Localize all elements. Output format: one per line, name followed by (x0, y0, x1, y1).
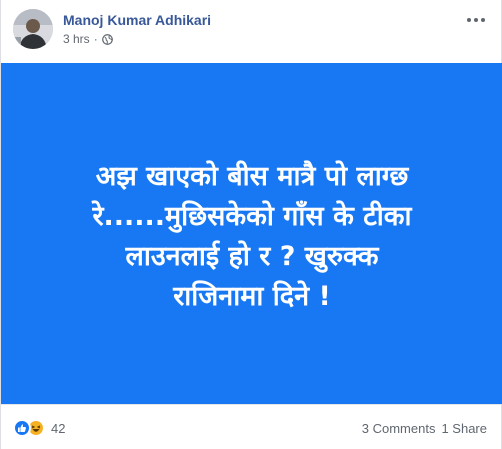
post-status-text: अझ खाएको बीस मात्रै पो लाग्छ रे......मुछ… (32, 157, 472, 317)
status-line: लाउनलाई हो र ? खुरुक्क (125, 240, 379, 272)
author-name[interactable]: Manoj Kumar Adhikari (63, 12, 211, 28)
status-line: अझ खाएको बीस मात्रै पो लाग्छ (95, 160, 409, 192)
shares-count-link[interactable]: 1 Share (441, 421, 487, 436)
post-header: Manoj Kumar Adhikari 3 hrs · (1, 0, 501, 58)
reactions-summary[interactable]: 42 (13, 419, 65, 437)
status-line: राजिनामा दिने ! (173, 280, 331, 312)
post-text-background[interactable]: अझ खाएको बीस मात्रै पो लाग्छ रे......मुछ… (1, 63, 502, 404)
more-options-icon[interactable] (465, 12, 487, 28)
meta-separator: · (93, 32, 98, 46)
globe-icon (101, 34, 113, 45)
comments-count-link[interactable]: 3 Comments (362, 421, 436, 436)
post-timestamp[interactable]: 3 hrs (63, 32, 90, 46)
reaction-count: 42 (51, 420, 66, 436)
post-meta: 3 hrs · (63, 32, 113, 46)
post-footer: 42 3 Comments 1 Share (1, 404, 501, 449)
facebook-post: Manoj Kumar Adhikari 3 hrs · अझ खाएको बी… (0, 0, 502, 449)
like-icon (13, 419, 31, 437)
engagement-counts: 3 Comments 1 Share (362, 421, 487, 436)
avatar-photo (13, 9, 53, 49)
avatar[interactable] (13, 9, 53, 49)
status-line: रे......मुछिसकेको गाँस के टीका (92, 200, 412, 232)
